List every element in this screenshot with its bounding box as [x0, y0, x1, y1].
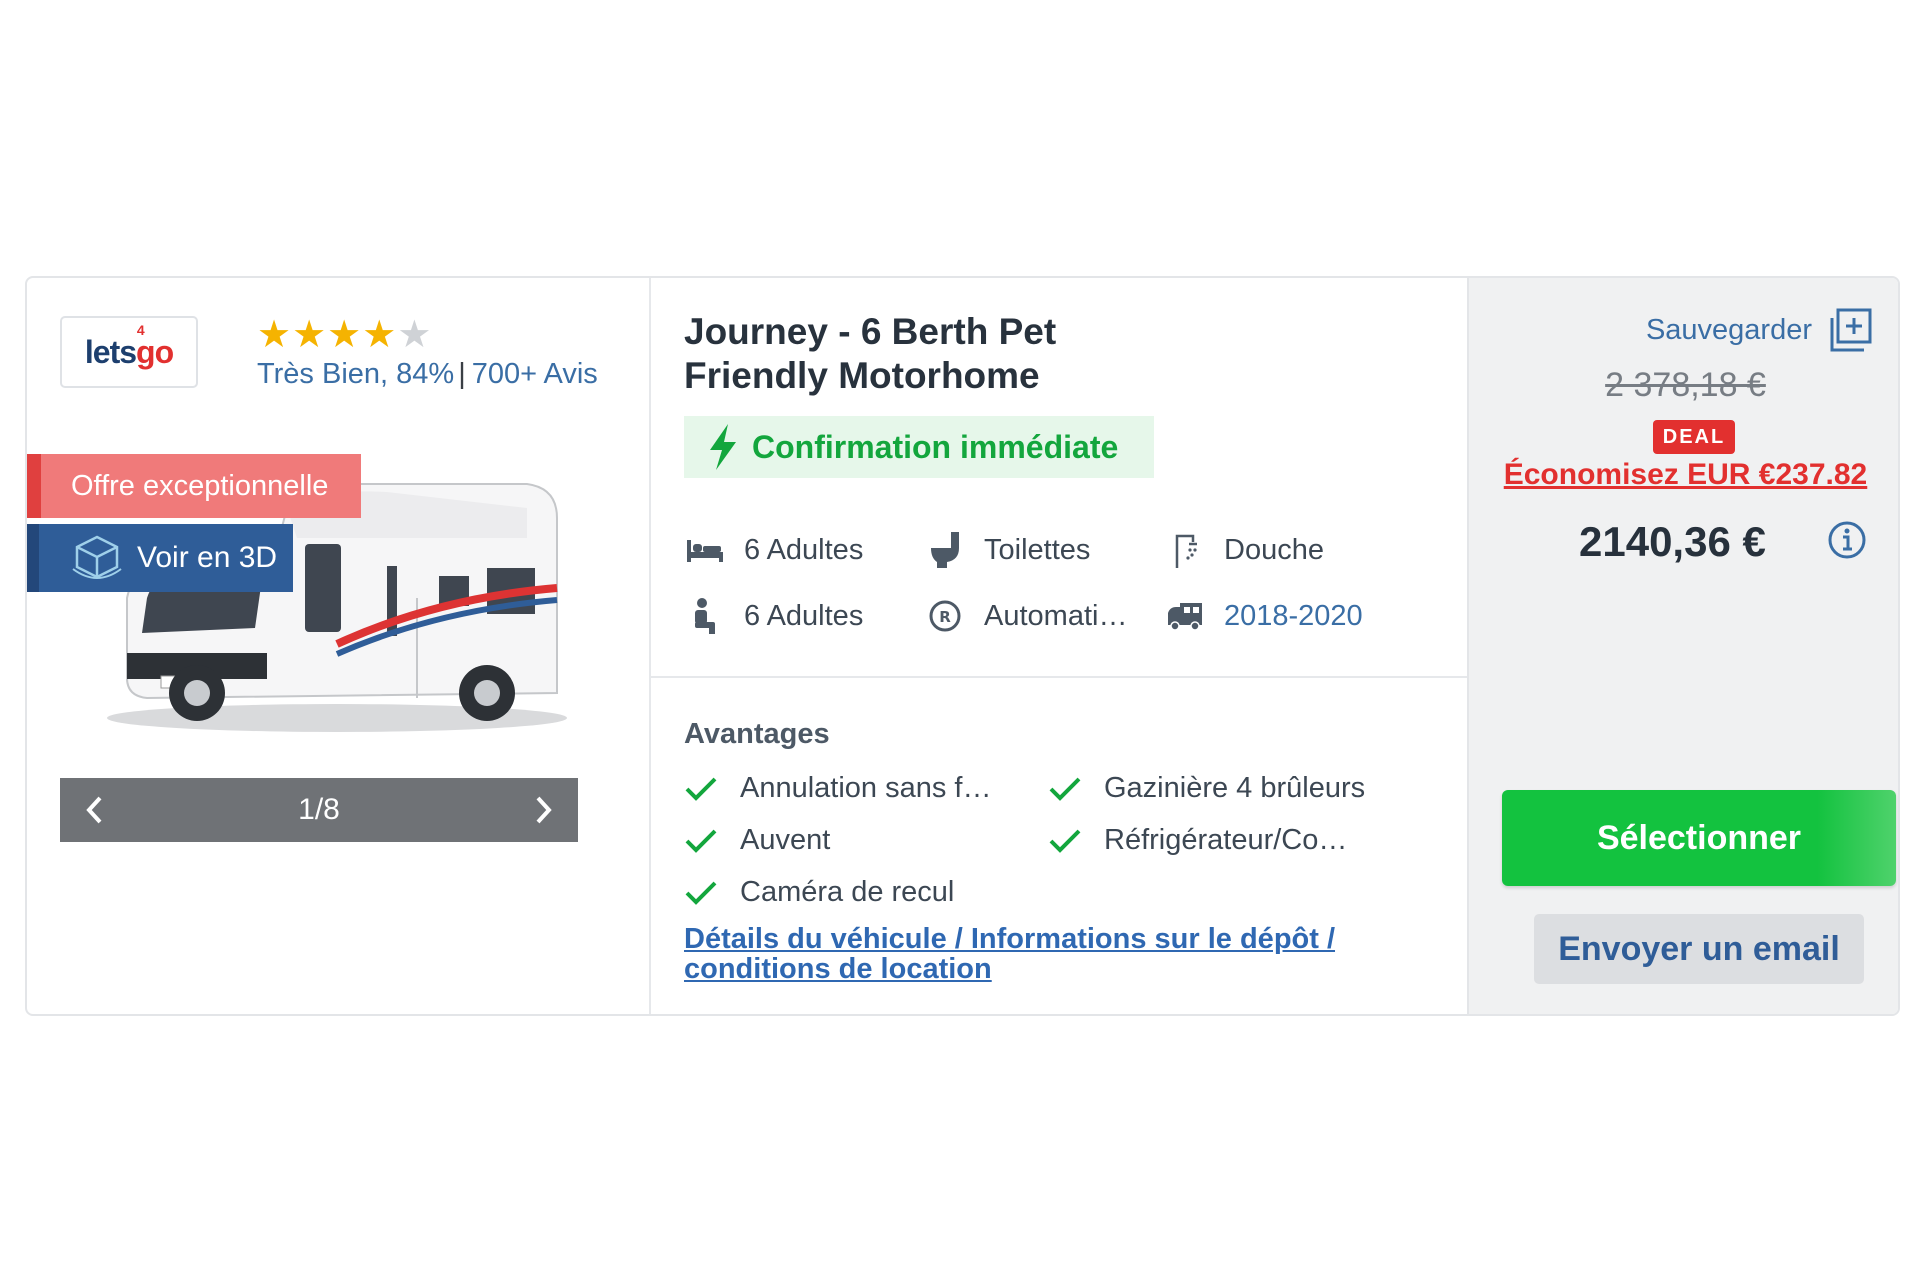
supplier-logo: letsgo 4 [60, 316, 198, 388]
original-price: 2 378,18 € [1605, 366, 1766, 404]
vehicle-details-link[interactable]: Détails du véhicule / Informations sur l… [684, 924, 1404, 984]
advantages-title: Avantages [684, 718, 830, 750]
info-icon[interactable] [1827, 520, 1867, 560]
gearbox-icon: R [929, 600, 961, 632]
carousel-prev-button[interactable] [78, 790, 110, 830]
feature-year: 2018-2020 [1164, 598, 1363, 634]
motorhome-icon [1168, 603, 1202, 631]
rating-stars: ★ ★ ★ ★ ★ [257, 316, 431, 354]
listing-title[interactable]: Journey - 6 Berth Pet Friendly Motorhome [684, 310, 1204, 398]
feature-transmission: R Automati… [924, 598, 1127, 634]
pricing-column: Sauvegarder 2 378,18 € DEAL Économisez E… [1467, 278, 1898, 1014]
chevron-left-icon [86, 796, 102, 824]
section-divider [651, 676, 1467, 678]
feature-sleeps: 6 Adultes [684, 532, 863, 568]
feature-seats: 6 Adultes [684, 598, 863, 634]
rating-label: Très Bien, 84% [257, 358, 455, 390]
check-icon [685, 777, 717, 801]
advantage-item: Gazinière 4 brûleurs [1048, 772, 1365, 805]
offer-badge: Offre exceptionnelle [27, 454, 361, 518]
savings-amount[interactable]: Économisez EUR €237.82 [1469, 458, 1898, 492]
image-carousel: 1/8 [60, 778, 578, 842]
listing-details-column: Journey - 6 Berth Pet Friendly Motorhome… [651, 278, 1467, 1014]
chevron-right-icon [536, 796, 552, 824]
toilet-icon [931, 532, 959, 568]
seat-icon [695, 598, 715, 634]
star-icon: ★ [362, 314, 397, 356]
star-empty-icon: ★ [397, 314, 432, 356]
check-icon [1049, 829, 1081, 853]
star-icon: ★ [327, 314, 362, 356]
lightning-icon [710, 424, 736, 470]
advantage-item: Annulation sans f… [684, 772, 991, 805]
listing-card: letsgo 4 ★ ★ ★ ★ ★ Très Bien, 84% | 700+ Av… [25, 276, 1900, 1016]
check-icon [1049, 777, 1081, 801]
cube-3d-icon [72, 535, 122, 579]
select-button[interactable]: Sélectionner [1502, 790, 1896, 886]
bed-icon [687, 540, 723, 562]
check-icon [685, 881, 717, 905]
feature-toilet: Toilettes [924, 532, 1090, 568]
advantage-item: Caméra de recul [684, 876, 954, 909]
send-email-button[interactable]: Envoyer un email [1534, 914, 1864, 984]
reviews-count[interactable]: 700+ Avis [472, 358, 598, 390]
rating-summary: Très Bien, 84% | 700+ Avis [257, 358, 598, 390]
star-icon: ★ [257, 314, 292, 356]
star-icon: ★ [292, 314, 327, 356]
bookmark-add-icon [1830, 308, 1872, 352]
advantage-item: Auvent [684, 824, 830, 857]
carousel-counter: 1/8 [298, 793, 340, 826]
carousel-next-button[interactable] [528, 790, 560, 830]
instant-confirmation-badge: Confirmation immédiate [684, 416, 1154, 478]
view-3d-label: Voir en 3D [137, 541, 278, 574]
total-price: 2140,36 € [1579, 518, 1766, 565]
shower-icon [1175, 534, 1197, 568]
save-button[interactable]: Sauvegarder [1646, 308, 1872, 352]
svg-text:R: R [939, 608, 951, 626]
feature-shower: Douche [1164, 532, 1324, 568]
save-label: Sauvegarder [1645, 313, 1812, 346]
check-icon [685, 829, 717, 853]
listing-media-column: letsgo 4 ★ ★ ★ ★ ★ Très Bien, 84% | 700+ Av… [27, 278, 651, 1014]
advantage-item: Réfrigérateur/Co… [1048, 824, 1347, 857]
confirmation-label: Confirmation immédiate [752, 428, 1119, 465]
view-3d-button[interactable]: Voir en 3D [27, 524, 293, 592]
deal-badge: DEAL [1653, 420, 1735, 454]
